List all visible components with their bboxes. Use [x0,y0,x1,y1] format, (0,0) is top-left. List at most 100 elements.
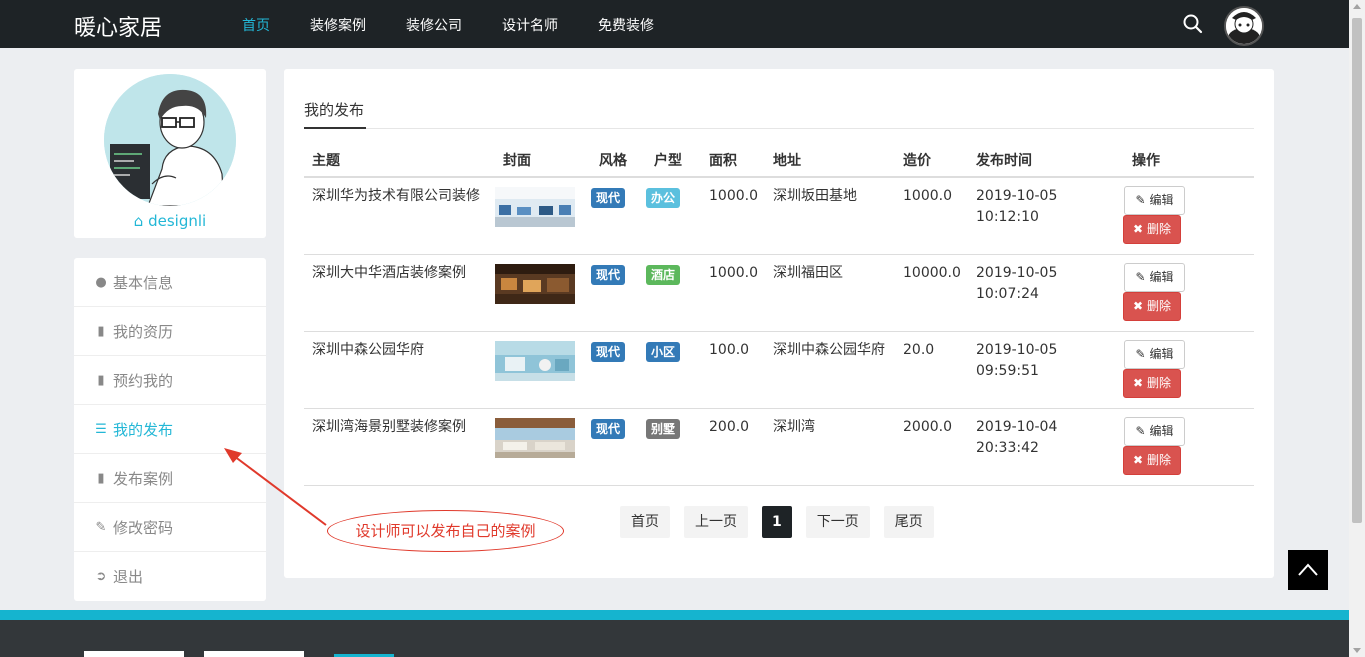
cover-image[interactable] [495,187,575,227]
date-text: 2019-10-05 [976,264,1058,281]
delete-label: 删除 [1146,375,1171,390]
user-avatar[interactable] [1224,6,1264,46]
brand-logo[interactable]: 暖心家居 [74,10,162,42]
footer-accent-strip [0,610,1349,620]
page-prev-button[interactable]: 上一页 [684,506,748,538]
side-item-label: 修改密码 [113,518,174,537]
cover-image[interactable] [495,417,575,458]
posts-table: 主题 封面 风格 户型 面积 地址 造价 发布时间 操作 深圳华为技术有限公司装… [304,143,1254,486]
delete-button[interactable]: ✖ 删除 [1123,445,1181,475]
main-nav: 首页 装修案例 装修公司 设计名师 免费装修 [242,15,694,35]
cell-price: 10000.0 [895,254,968,332]
side-item-label: 退出 [113,568,144,586]
type-badge: 酒店 [646,264,681,285]
nav-cases[interactable]: 装修案例 [310,15,366,35]
cell-datetime: 2019-10-05 09:59:51 [968,331,1124,409]
edit-button[interactable]: ✎ 编辑 [1124,262,1185,292]
nav-companies[interactable]: 装修公司 [406,15,462,35]
side-item-qualifications[interactable]: ▮ 我的资历 [74,307,266,356]
cell-address: 深圳坂田基地 [765,177,895,255]
nav-designers[interactable]: 设计名师 [502,15,558,35]
book-icon: ▮ [97,470,105,486]
edit-icon: ✎ [1135,423,1146,438]
cell-address: 深圳福田区 [765,254,895,332]
cell-cover[interactable] [495,254,591,332]
delete-label: 删除 [1146,298,1171,313]
cell-cover[interactable] [495,177,591,255]
cell-style: 现代 [591,254,646,332]
edit-icon: ✎ [1135,269,1146,284]
cell-title[interactable]: 深圳大中华酒店装修案例 [304,254,495,332]
cover-image[interactable] [495,263,575,304]
cell-actions: ✎ 编辑 ✖ 删除 [1123,408,1254,486]
edit-icon: ✎ [1135,346,1146,361]
page-scrollbar[interactable] [1349,0,1365,657]
cell-style: 现代 [591,331,646,409]
profile-card: ⌂ designli [74,69,266,238]
profile-username[interactable]: ⌂ designli [74,212,266,230]
user-icon: ● [95,274,107,290]
tab-bar: 我的发布 [304,99,1254,129]
side-item-logout[interactable]: ➲ 退出 [74,552,266,601]
time-text: 20:33:42 [976,439,1039,456]
pagination: 首页 上一页 1 下一页 尾页 [620,506,948,538]
edit-icon: ✎ [95,519,107,535]
cell-datetime: 2019-10-05 10:12:10 [968,177,1124,255]
back-to-top-button[interactable] [1288,550,1328,590]
sign-out-icon: ➲ [95,569,107,584]
time-text: 10:12:10 [976,209,1039,225]
column-header: 操作 [1124,143,1254,178]
nav-free-decoration[interactable]: 免费装修 [598,15,654,35]
side-item-label: 预约我的 [113,371,174,390]
scroll-up-icon[interactable] [1353,4,1361,9]
column-header: 风格 [591,143,646,178]
delete-button[interactable]: ✖ 删除 [1123,368,1181,398]
cell-type: 小区 [646,331,701,409]
scroll-down-icon[interactable] [1353,648,1361,653]
side-menu: ● 基本信息 ▮ 我的资历 ▮ 预约我的 ☰ 我的发布 ▮ 发布案例 ✎ 修改密… [74,258,266,601]
edit-button[interactable]: ✎ 编辑 [1124,186,1185,215]
main-panel: 我的发布 主题 封面 风格 户型 面积 地址 造价 发布时间 操作 深圳华为技术… [284,69,1274,578]
cell-area: 1000.0 [701,177,765,255]
page-next-button[interactable]: 下一页 [805,506,870,538]
table-row: 深圳大中华酒店装修案例 现代 酒店 1000.0 深圳福田区 10000.0 2… [304,254,1254,332]
delete-label: 删除 [1146,452,1171,467]
cell-area: 100.0 [701,331,765,409]
delete-button[interactable]: ✖ 删除 [1123,215,1181,244]
page-current-button[interactable]: 1 [762,506,792,538]
side-item-label: 我的资历 [113,322,174,341]
type-badge: 别墅 [646,418,681,439]
cell-actions: ✎ 编辑 ✖ 删除 [1123,331,1254,409]
footer-block [84,651,184,657]
page-first-button[interactable]: 首页 [620,506,670,538]
delete-button[interactable]: ✖ 删除 [1123,291,1181,321]
table-row: 深圳中森公园华府 现代 小区 100.0 深圳中森公园华府 20.0 2019-… [304,331,1254,409]
edit-button[interactable]: ✎ 编辑 [1124,416,1185,446]
side-item-appointments[interactable]: ▮ 预约我的 [74,356,266,405]
column-header: 封面 [495,143,591,178]
cell-cover[interactable] [495,331,591,409]
top-navbar: 暖心家居 首页 装修案例 装修公司 设计名师 免费装修 [0,0,1349,48]
edit-label: 编辑 [1149,346,1174,361]
date-text: 2019-10-05 [976,188,1058,204]
edit-button[interactable]: ✎ 编辑 [1124,339,1185,369]
search-icon[interactable] [1182,13,1204,35]
column-header: 造价 [895,143,968,178]
side-item-basic-info[interactable]: ● 基本信息 [74,258,266,307]
cell-datetime: 2019-10-04 20:33:42 [968,408,1124,486]
scrollbar-thumb[interactable] [1352,18,1362,523]
footer-block [204,651,304,657]
table-header-row: 主题 封面 风格 户型 面积 地址 造价 发布时间 操作 [304,143,1254,178]
cover-image[interactable] [495,340,575,381]
cell-cover[interactable] [495,408,591,486]
cell-address: 深圳中森公园华府 [765,331,895,409]
nav-home[interactable]: 首页 [242,15,270,35]
username-label: designli [148,212,207,230]
cell-title[interactable]: 深圳华为技术有限公司装修 [304,177,495,255]
tab-my-posts[interactable]: 我的发布 [304,99,367,129]
column-header: 主题 [304,143,495,178]
book-icon: ▮ [97,323,105,339]
page-last-button[interactable]: 尾页 [883,506,934,538]
column-header: 户型 [646,143,701,178]
cell-title[interactable]: 深圳中森公园华府 [304,331,495,409]
